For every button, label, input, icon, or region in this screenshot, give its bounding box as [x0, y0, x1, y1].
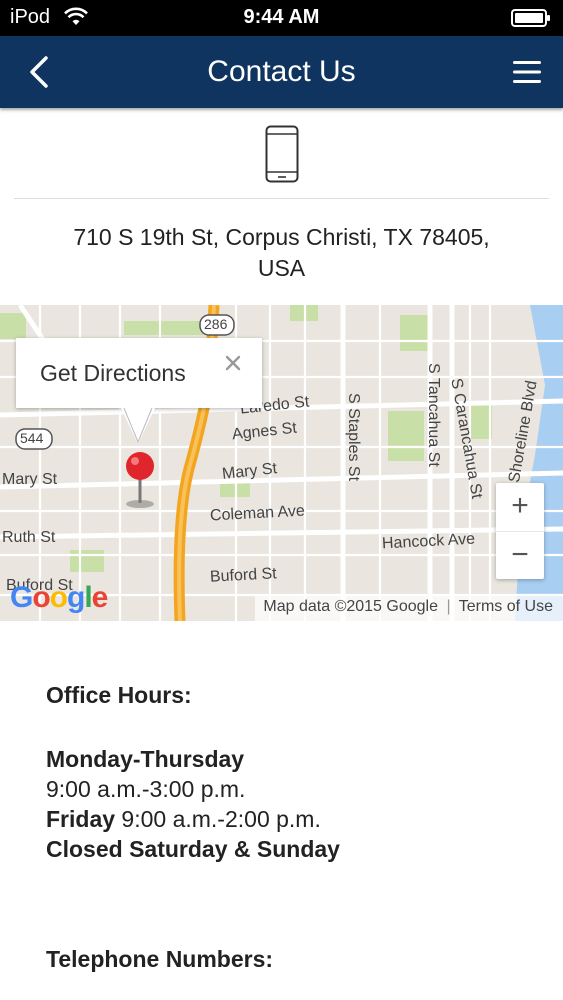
weekday-hours: 9:00 a.m.-3:00 p.m. [46, 776, 246, 802]
map-attribution: Map data ©2015 Google | Terms of Use [255, 595, 563, 621]
attribution-separator: | [446, 598, 451, 615]
google-logo: Google [10, 581, 108, 614]
terms-of-use-link[interactable]: Terms of Use [459, 598, 553, 615]
address-text[interactable]: 710 S 19th St, Corpus Christi, TX 78405,… [0, 222, 563, 284]
route-shield-544: 544 [20, 430, 44, 446]
mobile-phone-icon [265, 125, 298, 183]
route-shield-286: 286 [204, 316, 228, 332]
popup-pointer [120, 406, 156, 444]
map-view[interactable]: 286 544 Laredo St Agnes St Mary St Mary … [0, 305, 563, 621]
zoom-in-button[interactable]: + [496, 483, 544, 531]
closed-days: Closed Saturday & Sunday [46, 836, 340, 862]
hamburger-menu-icon[interactable] [511, 58, 543, 86]
get-directions-label[interactable]: Get Directions [40, 360, 186, 387]
street-label-tancahua: S Tancahua St [425, 363, 442, 467]
page-title: Contact Us [207, 55, 356, 88]
street-label-staples: S Staples St [345, 393, 362, 482]
zoom-out-button[interactable]: − [496, 531, 544, 579]
device-icon-area [0, 125, 563, 188]
navigation-bar: Contact Us [0, 36, 563, 108]
friday-label: Friday [46, 806, 116, 832]
divider [14, 198, 549, 199]
map-pin-icon[interactable] [120, 449, 160, 509]
weekday-label: Monday-Thursday [46, 746, 245, 772]
telephone-heading: Telephone Numbers: [46, 946, 274, 972]
friday-hours: 9:00 a.m.-2:00 p.m. [115, 806, 321, 832]
close-icon[interactable] [224, 354, 242, 372]
address-line-1: 710 S 19th St, Corpus Christi, TX 78405, [73, 224, 490, 250]
map-data-credit: Map data ©2015 Google [263, 598, 438, 615]
clock: 9:44 AM [243, 6, 320, 28]
street-label-mary-left: Mary St [2, 471, 58, 488]
street-label-buford-right: Buford St [209, 565, 278, 586]
battery-icon [511, 9, 550, 27]
contact-info: Office Hours: Monday-Thursday 9:00 a.m.-… [46, 680, 546, 974]
friday-row: Friday 9:00 a.m.-2:00 p.m. [46, 804, 546, 834]
office-hours-heading: Office Hours: [46, 682, 192, 708]
status-bar: iPod 9:44 AM [0, 0, 563, 36]
get-directions-popup[interactable]: Get Directions [16, 338, 262, 408]
street-label-ruth: Ruth St [2, 529, 56, 546]
zoom-control: + − [496, 483, 544, 579]
address-line-2: USA [257, 255, 306, 281]
